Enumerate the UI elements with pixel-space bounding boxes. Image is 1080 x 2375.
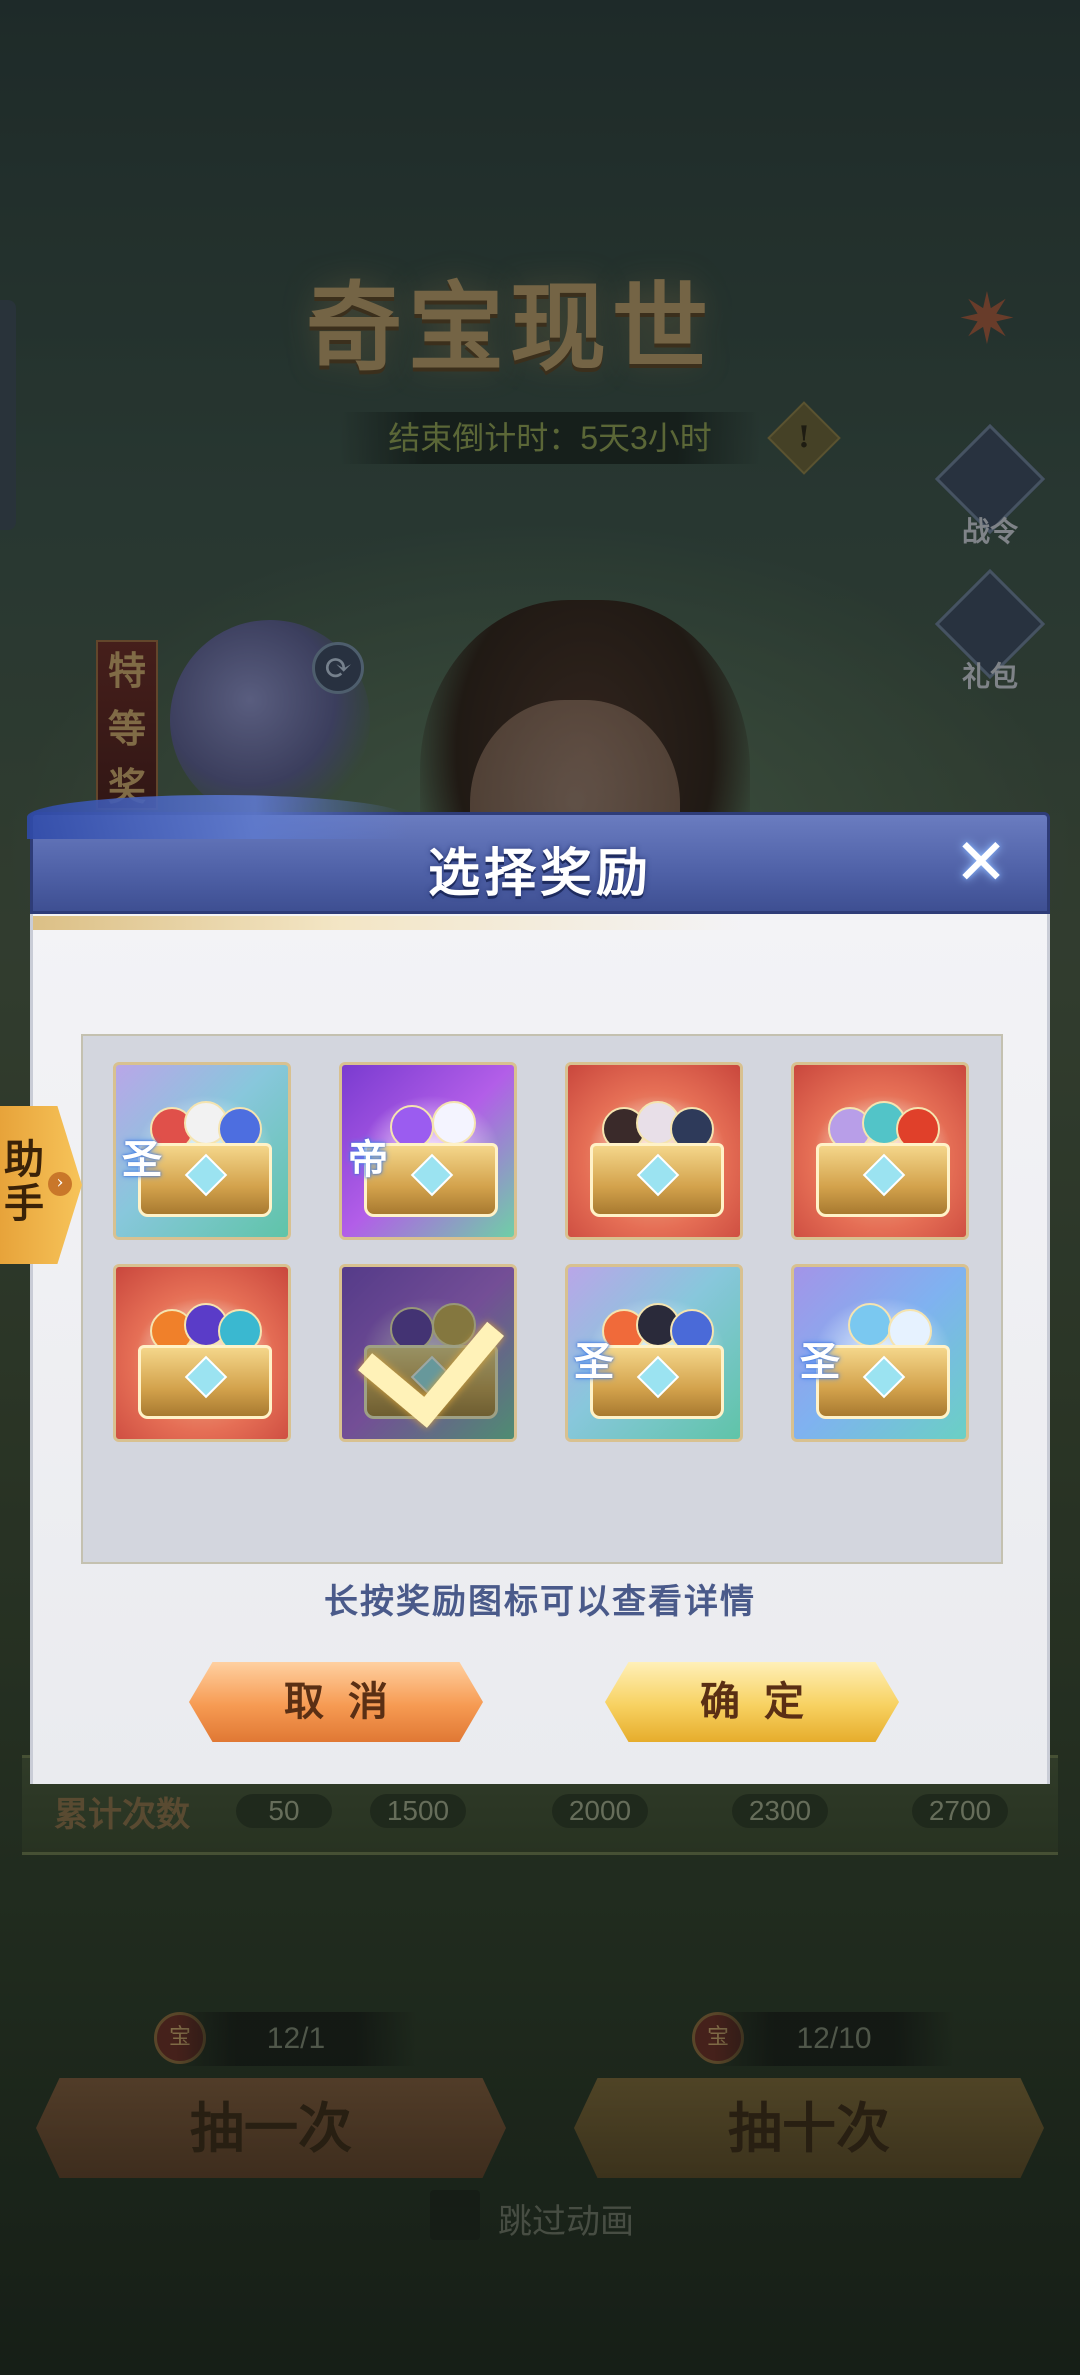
saint-rune-icon: 圣 xyxy=(122,1136,162,1183)
assistant-label: 助手 xyxy=(4,1136,44,1227)
reward-chest[interactable]: 帝 xyxy=(339,1062,517,1240)
reward-chest[interactable]: 圣 xyxy=(565,1264,743,1442)
reward-grid: 圣 帝 圣 圣 xyxy=(81,1034,1003,1564)
reward-chest[interactable]: 圣 xyxy=(791,1264,969,1442)
treasure-chest-icon xyxy=(138,1345,272,1419)
chevron-right-icon: › xyxy=(48,1172,72,1196)
long-press-hint: 长按奖励图标可以查看详情 xyxy=(324,1582,756,1622)
reward-chest[interactable] xyxy=(791,1062,969,1240)
saint-rune-icon: 圣 xyxy=(800,1338,840,1385)
emperor-rune-icon: 帝 xyxy=(348,1136,388,1183)
select-reward-dialog: 选择奖励 ✕ 圣 帝 圣 圣 长按奖励图标可以查看详情 取消 确定 xyxy=(27,795,1050,1784)
reward-chest[interactable] xyxy=(113,1264,291,1442)
treasure-chest-icon xyxy=(816,1143,950,1217)
close-icon[interactable]: ✕ xyxy=(951,831,1011,895)
cancel-button[interactable]: 取消 xyxy=(189,1662,483,1742)
treasure-chest-icon xyxy=(590,1143,724,1217)
dialog-body: 圣 帝 圣 圣 长按奖励图标可以查看详情 取消 确定 xyxy=(30,914,1050,1784)
decorative-swoosh xyxy=(33,916,1047,930)
checkmark-icon xyxy=(357,1278,505,1428)
saint-rune-icon: 圣 xyxy=(574,1338,614,1385)
dialog-title: 选择奖励 xyxy=(427,843,652,904)
dialog-header: 选择奖励 ✕ xyxy=(27,795,1050,914)
reward-chest-selected[interactable] xyxy=(339,1264,517,1442)
reward-chest[interactable]: 圣 xyxy=(113,1062,291,1240)
reward-chest[interactable] xyxy=(565,1062,743,1240)
confirm-button[interactable]: 确定 xyxy=(605,1662,899,1742)
